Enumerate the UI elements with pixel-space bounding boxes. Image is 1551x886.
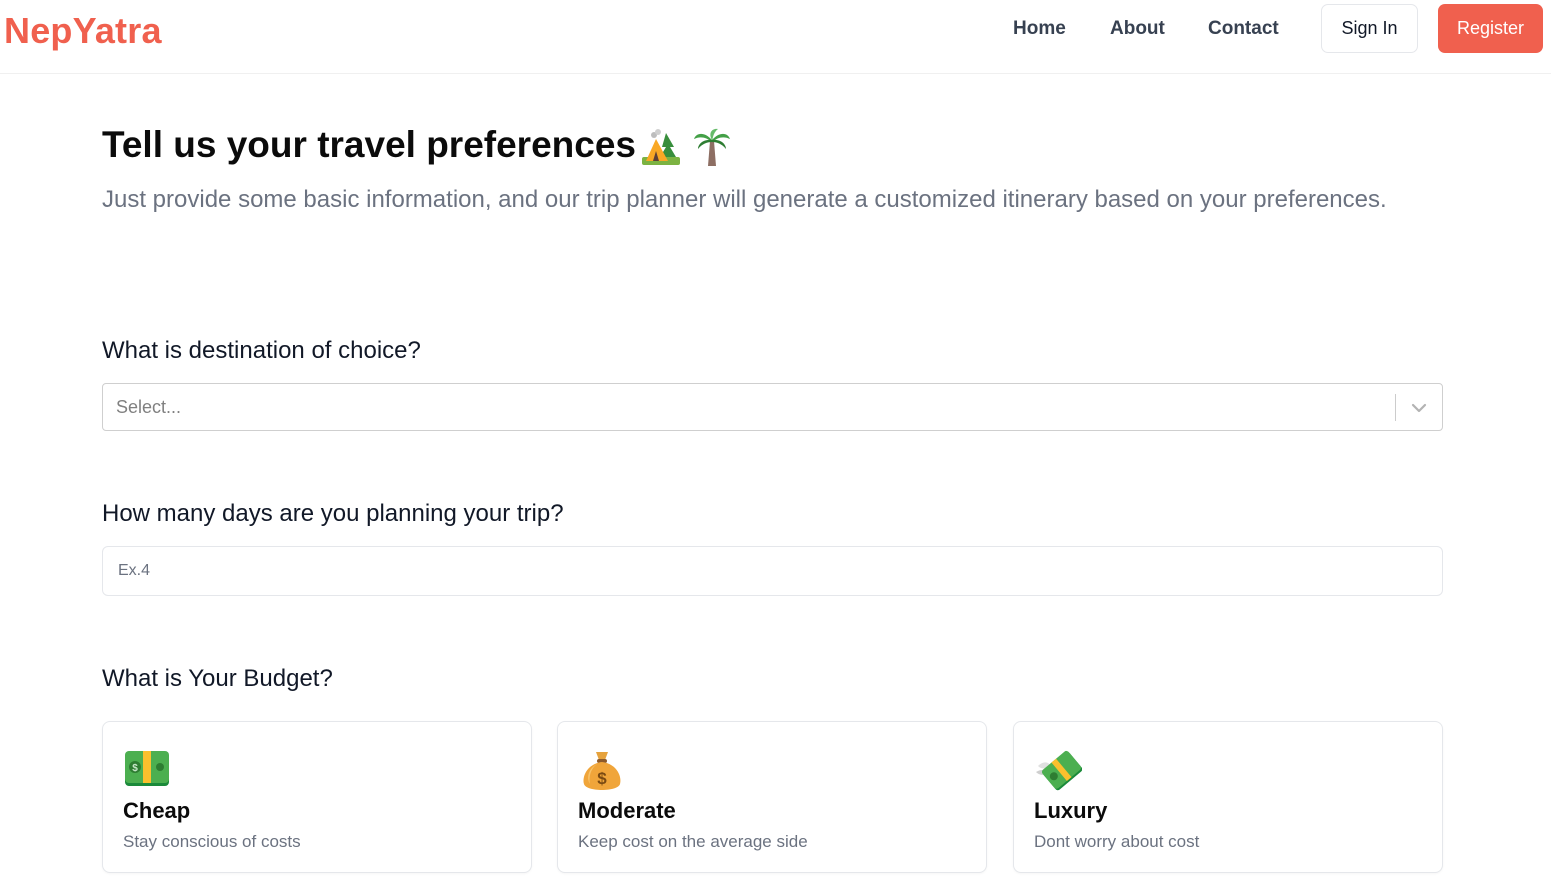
brand-logo[interactable]: NepYatra: [4, 10, 162, 52]
svg-text:$: $: [597, 769, 607, 788]
dollar-banknote-icon: $: [123, 748, 171, 794]
budget-label: What is Your Budget?: [102, 665, 333, 692]
budget-option-desc: Stay conscious of costs: [123, 832, 301, 851]
page-title: Tell us your travel preferences: [102, 124, 732, 167]
svg-text:$: $: [132, 763, 138, 774]
page-title-text: Tell us your travel preferences: [102, 124, 636, 165]
page-subtitle: Just provide some basic information, and…: [102, 186, 1387, 213]
register-button[interactable]: Register: [1438, 4, 1543, 53]
camping-icon: [640, 127, 682, 167]
days-label: How many days are you planning your trip…: [102, 500, 564, 527]
budget-option-title: Moderate: [578, 798, 676, 823]
budget-option-title: Luxury: [1034, 798, 1108, 823]
palm-tree-icon: [692, 127, 732, 167]
sign-in-button[interactable]: Sign In: [1321, 4, 1418, 53]
money-with-wings-icon: [1034, 748, 1083, 794]
budget-option-moderate[interactable]: $ Moderate Keep cost on the average side: [557, 721, 987, 873]
money-bag-icon: $: [578, 748, 626, 794]
navbar: NepYatra Home About Contact Sign In Regi…: [0, 0, 1551, 74]
destination-select-placeholder: Select...: [116, 397, 182, 417]
budget-option-cheap[interactable]: $ Cheap Stay conscious of costs: [102, 721, 532, 873]
budget-option-title: Cheap: [123, 798, 191, 823]
destination-select[interactable]: Select...: [102, 383, 1443, 431]
budget-option-luxury[interactable]: Luxury Dont worry about cost: [1013, 721, 1443, 873]
destination-label: What is destination of choice?: [102, 337, 421, 364]
nav-link-about[interactable]: About: [1110, 18, 1165, 40]
budget-option-desc: Dont worry about cost: [1034, 832, 1200, 851]
nav-link-contact[interactable]: Contact: [1208, 18, 1279, 40]
chevron-down-icon[interactable]: [1408, 397, 1430, 419]
nav-link-home[interactable]: Home: [1013, 18, 1066, 40]
days-input[interactable]: [102, 546, 1443, 596]
select-separator: [1395, 394, 1396, 421]
budget-option-desc: Keep cost on the average side: [578, 832, 808, 851]
